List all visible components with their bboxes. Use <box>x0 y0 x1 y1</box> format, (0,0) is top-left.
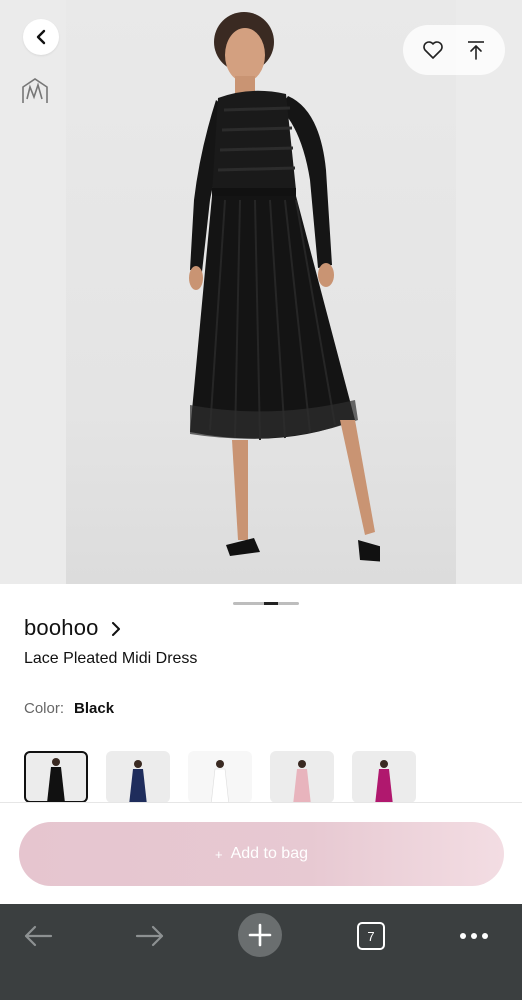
browser-toolbar: 7 <box>0 904 522 1000</box>
browser-back-button[interactable] <box>22 918 54 954</box>
arrow-left-icon <box>24 925 53 947</box>
heart-icon[interactable] <box>421 38 445 62</box>
chevron-left-icon <box>36 29 46 45</box>
chevron-right-icon <box>111 622 120 636</box>
swatch-thumbnail <box>47 758 65 801</box>
product-title: Lace Pleated Midi Dress <box>24 650 198 667</box>
swatch-thumbnail <box>293 760 311 803</box>
swatch-magenta[interactable] <box>352 751 416 803</box>
handle-indicator <box>264 602 278 605</box>
tabs-button[interactable]: 7 <box>357 922 385 950</box>
more-menu-button[interactable] <box>458 918 490 954</box>
color-label: Color: <box>24 700 65 717</box>
swatch-thumbnail <box>210 760 230 803</box>
brand-logo-icon[interactable] <box>21 77 49 105</box>
product-image[interactable] <box>0 0 522 584</box>
plus-icon <box>248 923 272 947</box>
brand-link[interactable]: boohoo <box>24 615 123 641</box>
new-tab-button[interactable] <box>238 913 282 957</box>
browser-forward-button[interactable] <box>134 918 166 954</box>
sheet-drag-handle[interactable] <box>233 602 299 605</box>
color-value: Black <box>74 700 115 717</box>
color-swatches <box>24 751 416 803</box>
add-to-bag-button[interactable]: + Add to bag <box>19 822 504 886</box>
swatch-black[interactable] <box>24 751 88 803</box>
back-button[interactable] <box>23 19 59 55</box>
swatch-pink[interactable] <box>270 751 334 803</box>
arrow-right-icon <box>135 925 164 947</box>
brand-name: boohoo <box>24 615 99 640</box>
product-photo <box>189 12 380 562</box>
swatch-navy[interactable] <box>106 751 170 803</box>
more-dots-icon <box>460 933 488 939</box>
share-icon[interactable] <box>464 38 488 62</box>
swatch-white[interactable] <box>188 751 252 803</box>
plus-icon: + <box>215 846 223 862</box>
image-actions <box>403 25 505 75</box>
swatch-thumbnail <box>375 760 393 803</box>
divider <box>0 802 522 803</box>
swatch-thumbnail <box>129 760 147 803</box>
color-row: Color: Black <box>24 700 114 717</box>
add-to-bag-label: Add to bag <box>230 845 308 862</box>
